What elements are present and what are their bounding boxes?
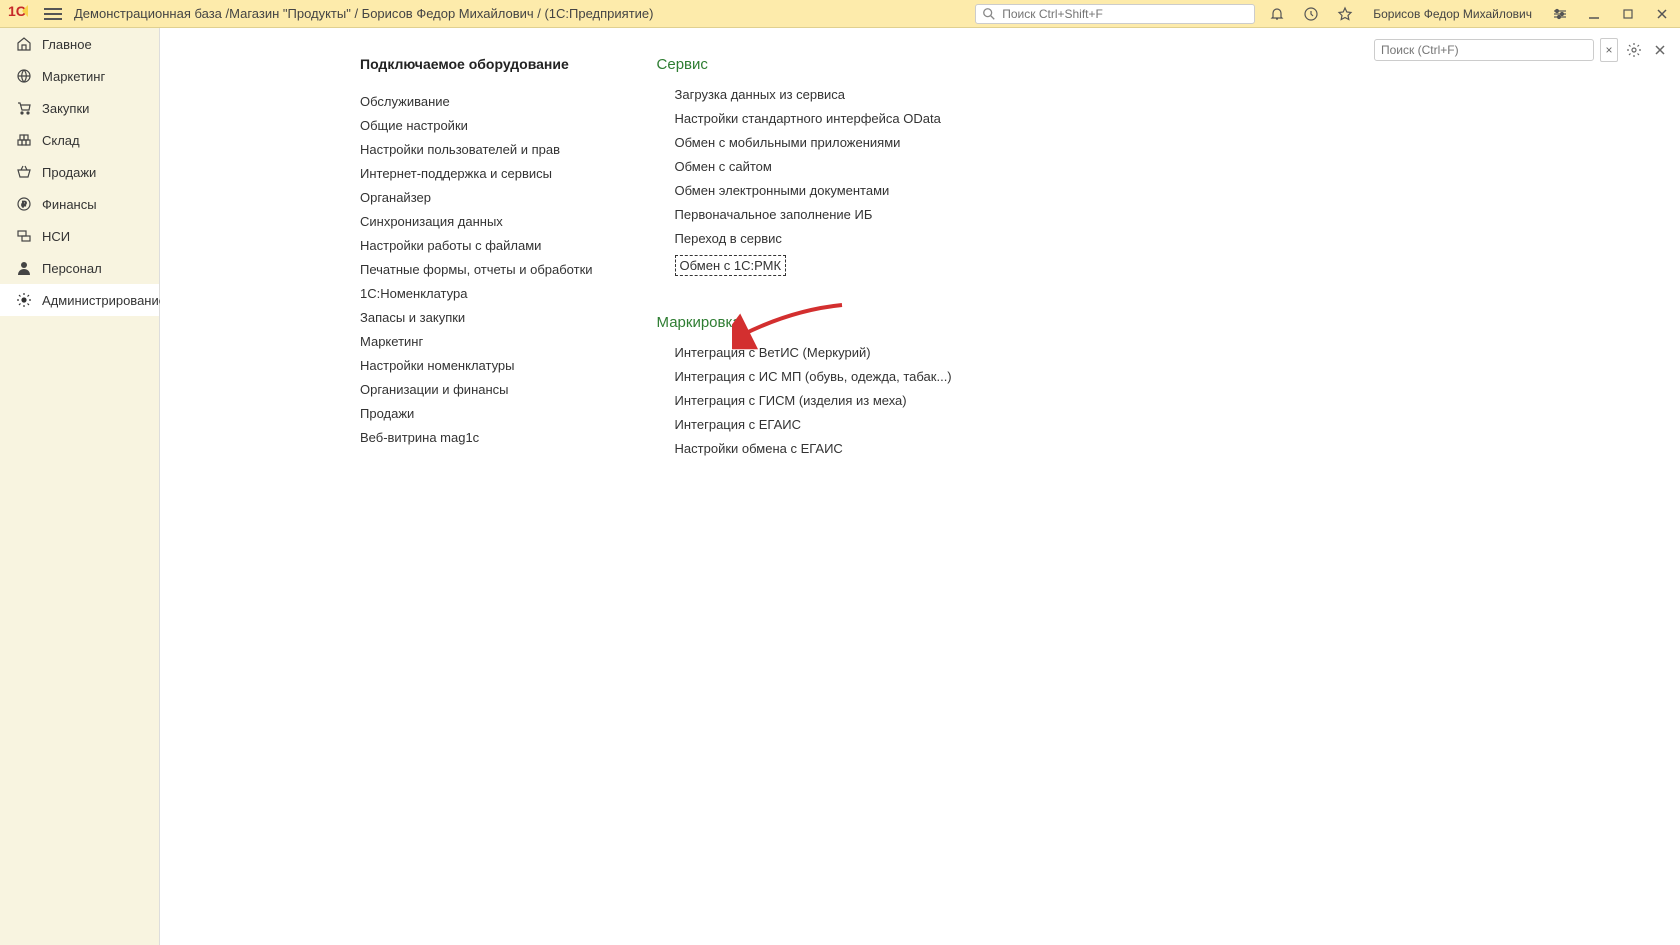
settings-link[interactable]: Настройки работы с файлами (360, 238, 593, 253)
person-icon (16, 260, 32, 276)
settings-link[interactable]: Интернет-поддержка и сервисы (360, 166, 593, 181)
maximize-icon[interactable] (1618, 4, 1638, 24)
settings-link[interactable]: 1С:Номенклатура (360, 286, 593, 301)
cart-icon (16, 100, 32, 116)
settings-link[interactable]: Маркетинг (360, 334, 593, 349)
settings-link[interactable]: Интеграция с ЕГАИС (675, 417, 952, 432)
content-area: × Подключаемое оборудование Обслуживание… (160, 28, 1680, 945)
sidebar-item-label: Маркетинг (42, 69, 105, 84)
settings-link[interactable]: Запасы и закупки (360, 310, 593, 325)
settings-icon[interactable] (1624, 40, 1644, 60)
content-search[interactable] (1374, 39, 1594, 61)
global-search-input[interactable] (1002, 7, 1248, 21)
settings-dropdown-icon[interactable] (1550, 4, 1570, 24)
history-icon[interactable] (1301, 4, 1321, 24)
content-body: Подключаемое оборудование Обслуживание Об… (160, 28, 1680, 494)
settings-link[interactable]: Настройки обмена с ЕГАИС (675, 441, 952, 456)
settings-link[interactable]: Интеграция с ВетИС (Меркурий) (675, 345, 952, 360)
sidebar-item-warehouse[interactable]: Склад (0, 124, 159, 156)
sidebar-item-admin[interactable]: Администрирование (0, 284, 159, 316)
basket-icon (16, 164, 32, 180)
settings-link[interactable]: Органайзер (360, 190, 593, 205)
settings-link[interactable]: Обмен с мобильными приложениями (675, 135, 952, 150)
settings-left-column: Подключаемое оборудование Обслуживание Об… (360, 56, 593, 494)
settings-link[interactable]: Обмен электронными документами (675, 183, 952, 198)
settings-link[interactable]: Общие настройки (360, 118, 593, 133)
sidebar-item-label: Склад (42, 133, 80, 148)
settings-link[interactable]: Интеграция с ГИСМ (изделия из меха) (675, 393, 952, 408)
settings-link[interactable]: Загрузка данных из сервиса (675, 87, 952, 102)
close-panel-icon[interactable] (1650, 40, 1670, 60)
sidebar-item-label: Продажи (42, 165, 96, 180)
group-heading-service[interactable]: Сервис (657, 56, 952, 73)
settings-link[interactable]: Переход в сервис (675, 231, 952, 246)
sidebar-item-label: Персонал (42, 261, 102, 276)
settings-link[interactable]: Организации и финансы (360, 382, 593, 397)
folders-icon (16, 228, 32, 244)
settings-link[interactable]: Обмен с 1С:РМК (675, 255, 787, 276)
settings-link[interactable]: Интеграция с ИС МП (обувь, одежда, табак… (675, 369, 952, 384)
settings-link[interactable]: Настройки пользователей и прав (360, 142, 593, 157)
sidebar-item-label: Закупки (42, 101, 89, 116)
sidebar-item-finance[interactable]: ₽ Финансы (0, 188, 159, 220)
star-icon[interactable] (1335, 4, 1355, 24)
settings-right-column: Сервис Загрузка данных из сервиса Настрой… (657, 56, 952, 494)
bell-icon[interactable] (1267, 4, 1287, 24)
main-layout: Главное Маркетинг Закупки Склад Продажи … (0, 28, 1680, 945)
header-user-label[interactable]: Борисов Федор Михайлович (1373, 7, 1532, 21)
sidebar-item-marketing[interactable]: Маркетинг (0, 60, 159, 92)
group-heading-marking[interactable]: Маркировка (657, 314, 952, 331)
search-icon (982, 7, 996, 21)
content-search-input[interactable] (1381, 43, 1587, 57)
sidebar-item-sales[interactable]: Продажи (0, 156, 159, 188)
sidebar-item-personnel[interactable]: Персонал (0, 252, 159, 284)
app-logo-icon: 1С (8, 3, 32, 24)
app-header: 1С Демонстрационная база /Магазин "Проду… (0, 0, 1680, 28)
clear-search-button[interactable]: × (1600, 38, 1618, 62)
gear-icon (16, 292, 32, 308)
settings-link[interactable]: Обслуживание (360, 94, 593, 109)
sidebar-item-purchases[interactable]: Закупки (0, 92, 159, 124)
marketing-icon (16, 68, 32, 84)
home-icon (16, 36, 32, 52)
ruble-icon: ₽ (16, 196, 32, 212)
sidebar-item-main[interactable]: Главное (0, 28, 159, 60)
warehouse-icon (16, 132, 32, 148)
app-title: Демонстрационная база /Магазин "Продукты… (74, 6, 975, 21)
settings-link[interactable]: Обмен с сайтом (675, 159, 952, 174)
sidebar-item-label: Администрирование (42, 293, 166, 308)
minimize-icon[interactable] (1584, 4, 1604, 24)
sidebar-item-nsi[interactable]: НСИ (0, 220, 159, 252)
settings-link[interactable]: Настройки номенклатуры (360, 358, 593, 373)
main-menu-icon[interactable] (44, 5, 62, 23)
settings-link[interactable]: Продажи (360, 406, 593, 421)
header-toolbar: Борисов Федор Михайлович (1267, 4, 1672, 24)
settings-link[interactable]: Веб-витрина mag1c (360, 430, 593, 445)
settings-link[interactable]: Настройки стандартного интерфейса OData (675, 111, 952, 126)
left-column-heading[interactable]: Подключаемое оборудование (360, 56, 593, 72)
sidebar-item-label: НСИ (42, 229, 70, 244)
svg-text:₽: ₽ (22, 200, 27, 209)
sidebar: Главное Маркетинг Закупки Склад Продажи … (0, 28, 160, 945)
settings-link[interactable]: Первоначальное заполнение ИБ (675, 207, 952, 222)
global-search[interactable] (975, 4, 1255, 24)
content-toolbar: × (1374, 38, 1670, 62)
settings-link[interactable]: Синхронизация данных (360, 214, 593, 229)
settings-link[interactable]: Печатные формы, отчеты и обработки (360, 262, 593, 277)
sidebar-item-label: Финансы (42, 197, 97, 212)
close-icon[interactable] (1652, 4, 1672, 24)
sidebar-item-label: Главное (42, 37, 92, 52)
